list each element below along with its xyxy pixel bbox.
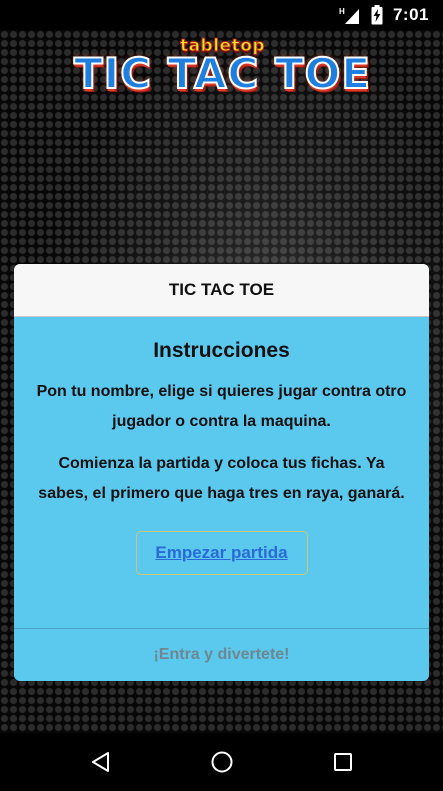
dialog-title: TIC TAC TOE [14, 264, 429, 317]
instructions-dialog: TIC TAC TOE Instrucciones Pon tu nombre,… [14, 264, 429, 681]
navigation-bar [0, 733, 443, 791]
recents-icon [333, 753, 352, 771]
back-button[interactable] [71, 733, 131, 791]
back-icon [91, 752, 109, 772]
status-bar: H 7:01 [0, 0, 443, 30]
start-game-button[interactable]: Empezar partida [135, 531, 308, 575]
network-type-label: H [339, 7, 345, 16]
signal-icon: H [339, 6, 361, 24]
status-time: 7:01 [392, 5, 429, 24]
dialog-body: Instrucciones Pon tu nombre, elige si qu… [14, 317, 429, 630]
home-button[interactable] [192, 733, 252, 791]
dialog-footer-text: ¡Entra y divertete! [14, 628, 429, 681]
instructions-paragraph-1: Pon tu nombre, elige si quieres jugar co… [36, 383, 407, 430]
logo-title: TIC TAC TOE [73, 49, 372, 98]
instructions-paragraph-2: Comienza la partida y coloca tus fichas.… [38, 455, 405, 502]
home-icon [211, 751, 232, 773]
recents-button[interactable] [313, 733, 373, 791]
app-logo: tabletop TIC TAC TOE [70, 36, 375, 106]
battery-charging-icon [371, 5, 383, 25]
instructions-heading: Instrucciones [153, 339, 290, 362]
